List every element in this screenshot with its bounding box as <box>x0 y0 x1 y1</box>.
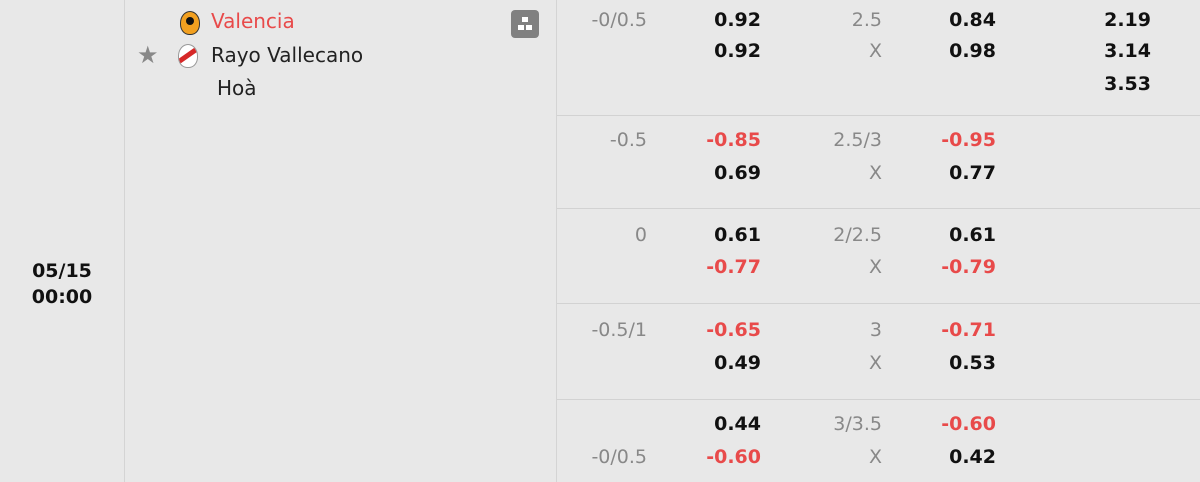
stats-button[interactable] <box>511 10 539 38</box>
odds-row: 0 0.61 -0.77 2/2.5 X 0.61 -0.79 <box>557 209 1200 304</box>
match-time: 00:00 <box>31 286 93 308</box>
valencia-logo-icon <box>180 11 200 35</box>
1x2-away-odds[interactable]: 3.14 <box>1077 35 1151 68</box>
odds-row: -0/0.5 0.92 0.92 2.5 X 0.84 0.98 2.19 3.… <box>557 0 1200 116</box>
draw-label: Hoà <box>217 76 257 100</box>
ah-away-odds[interactable]: 0.92 <box>667 35 761 68</box>
1x2-draw-odds[interactable]: 3.53 <box>1077 68 1151 101</box>
ou-line: 3/3.5 <box>833 413 882 435</box>
ah-home-odds[interactable]: 0.61 <box>667 219 761 252</box>
match-date: 05/15 <box>32 260 92 282</box>
ah-home-odds[interactable]: -0.65 <box>667 314 761 347</box>
handicap-line: -0/0.5 <box>591 446 647 468</box>
ou-over-odds[interactable]: -0.71 <box>902 314 996 347</box>
away-team-name[interactable]: Rayo Vallecano <box>211 42 363 68</box>
ah-away-odds[interactable]: 0.49 <box>667 347 761 380</box>
odds-row: -0.5 -0.85 0.69 2.5/3 X -0.95 0.77 <box>557 116 1200 209</box>
ou-x-label: X <box>868 352 882 374</box>
ou-under-odds[interactable]: 0.42 <box>902 441 996 474</box>
handicap-line: 0 <box>634 224 647 246</box>
ou-under-odds[interactable]: -0.79 <box>902 251 996 284</box>
ou-x-label: X <box>868 40 882 62</box>
odds-column: -0/0.5 0.92 0.92 2.5 X 0.84 0.98 2.19 3.… <box>557 0 1200 482</box>
ou-x-label: X <box>868 162 882 184</box>
ah-home-odds[interactable]: -0.85 <box>667 124 761 157</box>
handicap-line: -0/0.5 <box>591 9 647 31</box>
ou-x-label: X <box>868 256 882 278</box>
rayo-vallecano-logo-icon <box>178 44 198 68</box>
ah-away-odds[interactable]: -0.77 <box>667 251 761 284</box>
ou-over-odds[interactable]: -0.60 <box>902 408 996 441</box>
ou-under-odds[interactable]: 0.53 <box>902 347 996 380</box>
ou-under-odds[interactable]: 0.98 <box>902 35 996 68</box>
ou-line: 2.5 <box>851 9 882 31</box>
match-info-column: Valencia ★ Rayo Vallecano Hoà <box>125 0 557 482</box>
ou-over-odds[interactable]: 0.84 <box>902 4 996 37</box>
odds-row: -0/0.5 0.44 -0.60 3/3.5 X -0.60 0.42 <box>557 400 1200 482</box>
handicap-line: -0.5 <box>609 129 647 151</box>
ou-x-label: X <box>868 446 882 468</box>
ah-away-odds[interactable]: 0.69 <box>667 157 761 190</box>
ou-line: 3 <box>869 319 882 341</box>
ou-line: 2/2.5 <box>833 224 882 246</box>
handicap-line: -0.5/1 <box>591 319 647 341</box>
home-team-name[interactable]: Valencia <box>211 8 295 34</box>
ah-away-odds[interactable]: -0.60 <box>667 441 761 474</box>
ou-under-odds[interactable]: 0.77 <box>902 157 996 190</box>
ah-home-odds[interactable]: 0.92 <box>667 4 761 37</box>
odds-row: -0.5/1 -0.65 0.49 3 X -0.71 0.53 <box>557 304 1200 400</box>
ou-over-odds[interactable]: -0.95 <box>902 124 996 157</box>
ou-line: 2.5/3 <box>833 129 882 151</box>
ah-home-odds[interactable]: 0.44 <box>667 408 761 441</box>
1x2-home-odds[interactable]: 2.19 <box>1077 4 1151 37</box>
kickoff-time: 05/15 00:00 <box>0 258 124 310</box>
ou-over-odds[interactable]: 0.61 <box>902 219 996 252</box>
star-icon[interactable]: ★ <box>137 40 159 70</box>
stats-icon <box>518 17 532 30</box>
kickoff-column: 05/15 00:00 <box>0 0 125 482</box>
